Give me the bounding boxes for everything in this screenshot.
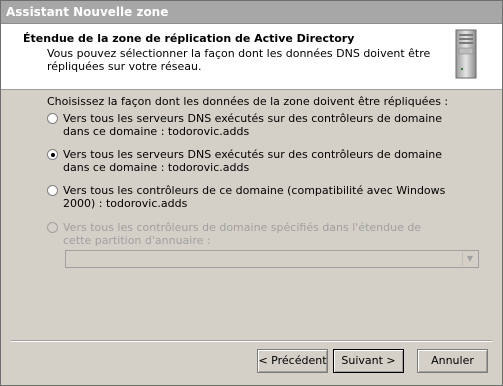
page-title: Étendue de la zone de réplication de Act… (23, 32, 355, 45)
option-all-domain-controllers[interactable]: Vers tous les contrôleurs de ce domaine … (47, 184, 447, 210)
title-bar[interactable]: Assistant Nouvelle zone (1, 1, 502, 24)
option-label: Vers tous les serveurs DNS exécutés sur … (63, 112, 443, 138)
options-prompt: Choisissez la façon dont les données de … (47, 95, 449, 108)
cancel-button[interactable]: Annuler (417, 349, 488, 373)
footer-divider (11, 340, 492, 342)
chevron-down-icon: ▼ (462, 252, 477, 266)
wizard-content: Choisissez la façon dont les données de … (1, 90, 502, 340)
page-subtitle: Vous pouvez sélectionner la façon dont l… (47, 47, 431, 73)
next-button[interactable]: Suivant > (333, 349, 404, 373)
window-title: Assistant Nouvelle zone (6, 5, 169, 19)
server-icon (455, 29, 477, 79)
option-all-dns-servers-2[interactable]: Vers tous les serveurs DNS exécutés sur … (47, 148, 447, 174)
radio-button-disabled (47, 222, 58, 233)
option-partition-controllers: Vers tous les contrôleurs de domaine spé… (47, 221, 447, 247)
radio-button[interactable] (47, 113, 58, 124)
partition-select: ▼ (65, 250, 479, 268)
radio-button-selected[interactable] (47, 149, 58, 160)
option-all-dns-servers-1[interactable]: Vers tous les serveurs DNS exécutés sur … (47, 112, 447, 138)
wizard-window: Assistant Nouvelle zone Étendue de la zo… (0, 0, 503, 386)
option-label: Vers tous les contrôleurs de domaine spé… (63, 221, 422, 247)
wizard-header: Étendue de la zone de réplication de Act… (1, 24, 502, 90)
option-label: Vers tous les serveurs DNS exécutés sur … (63, 148, 443, 174)
option-label: Vers tous les contrôleurs de ce domaine … (63, 184, 446, 210)
back-button[interactable]: < Précédent (257, 349, 328, 373)
radio-button[interactable] (47, 185, 58, 196)
